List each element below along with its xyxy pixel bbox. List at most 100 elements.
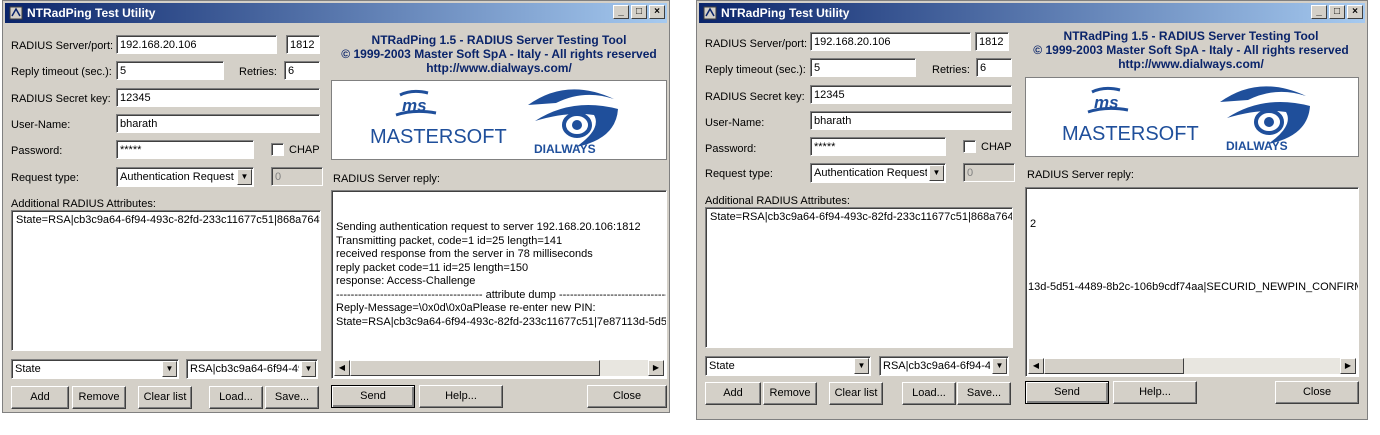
chevron-down-icon[interactable]: ▼ xyxy=(992,358,1007,374)
minimize-button[interactable]: _ xyxy=(1311,5,1327,19)
mastersoft-dialways-logo: ms MASTERSOFT DIALWAYS xyxy=(331,80,667,160)
attribute-value-value: RSA|cb3c9a64-6f94-49 xyxy=(190,363,299,375)
attribute-value-select[interactable]: RSA|cb3c9a64-6f94-49 ▼ xyxy=(879,356,1009,376)
remove-button[interactable]: Remove xyxy=(763,382,817,405)
server-input[interactable]: 192.168.20.106 xyxy=(116,35,277,54)
eye-icon xyxy=(1220,86,1310,144)
password-input[interactable]: ***** xyxy=(116,140,254,159)
scroll-left-icon[interactable]: ◀ xyxy=(1028,358,1044,374)
scroll-thumb[interactable] xyxy=(1044,358,1184,374)
chevron-down-icon[interactable]: ▼ xyxy=(301,361,316,377)
password-label: Password: xyxy=(11,145,63,157)
port-input[interactable]: 1812 xyxy=(975,32,1009,51)
mastersoft-text: MASTERSOFT xyxy=(370,126,507,148)
reply-line: 13d-5d51-4489-8b2c-106b9cdf74aa|SECURID_… xyxy=(1028,281,1359,293)
add-button[interactable]: Add xyxy=(705,382,761,405)
retries-input[interactable]: 6 xyxy=(976,58,1012,77)
server-port-label: RADIUS Server/port: xyxy=(11,40,114,52)
attribute-name-value: State xyxy=(15,363,41,375)
logo-graphic: ms MASTERSOFT DIALWAYS xyxy=(1062,86,1310,153)
reply-label: RADIUS Server reply: xyxy=(1027,169,1134,181)
reply-scrollbar[interactable]: ◀ ▶ xyxy=(1028,358,1356,374)
chevron-down-icon[interactable]: ▼ xyxy=(854,358,869,374)
scroll-right-icon[interactable]: ▶ xyxy=(1340,358,1356,374)
request-number-input: 0 xyxy=(963,163,1015,182)
load-button[interactable]: Load... xyxy=(902,382,956,405)
send-button[interactable]: Send xyxy=(331,385,415,408)
help-button[interactable]: Help... xyxy=(419,385,503,408)
header-url[interactable]: http://www.dialways.com/ xyxy=(329,61,669,75)
ntradping-window-right: NTRadPing Test Utility _ □ × RADIUS Serv… xyxy=(696,0,1368,420)
password-input[interactable]: ***** xyxy=(810,137,946,156)
maximize-button[interactable]: □ xyxy=(631,5,647,19)
timeout-input[interactable]: 5 xyxy=(116,61,224,80)
ntradping-window-left: NTRadPing Test Utility _ □ × RADIUS Serv… xyxy=(2,0,670,413)
send-button[interactable]: Send xyxy=(1025,381,1109,404)
chevron-down-icon[interactable]: ▼ xyxy=(929,165,944,181)
remove-button[interactable]: Remove xyxy=(72,386,126,409)
scroll-left-icon[interactable]: ◀ xyxy=(334,360,350,376)
attributes-list[interactable]: State=RSA|cb3c9a64-6f94-493c-82fd-233c11… xyxy=(11,210,321,351)
retries-label: Retries: xyxy=(932,64,970,76)
chevron-down-icon[interactable]: ▼ xyxy=(237,169,252,185)
attribute-name-select[interactable]: State ▼ xyxy=(705,356,871,376)
chevron-down-icon[interactable]: ▼ xyxy=(162,361,177,377)
header-url[interactable]: http://www.dialways.com/ xyxy=(1019,57,1363,71)
app-icon xyxy=(703,6,717,20)
password-label: Password: xyxy=(705,143,757,155)
title-bar[interactable]: NTRadPing Test Utility _ □ × xyxy=(5,3,667,23)
ms-text: ms xyxy=(402,96,427,115)
reply-textarea[interactable]: Sending authentication request to server… xyxy=(331,190,667,379)
close-window-button[interactable]: × xyxy=(1347,5,1363,19)
attribute-name-select[interactable]: State ▼ xyxy=(11,359,179,379)
server-port-label: RADIUS Server/port: xyxy=(705,38,808,50)
port-input[interactable]: 1812 xyxy=(286,35,320,54)
timeout-label: Reply timeout (sec.): xyxy=(11,66,112,78)
eye-icon xyxy=(528,89,618,147)
add-button[interactable]: Add xyxy=(11,386,69,409)
help-button[interactable]: Help... xyxy=(1113,381,1197,404)
close-window-button[interactable]: × xyxy=(649,5,665,19)
attribute-value-select[interactable]: RSA|cb3c9a64-6f94-49 ▼ xyxy=(186,359,318,379)
save-button[interactable]: Save... xyxy=(957,382,1011,405)
username-input[interactable]: bharath xyxy=(810,111,1012,130)
retries-input[interactable]: 6 xyxy=(284,61,320,80)
attributes-list[interactable]: State=RSA|cb3c9a64-6f94-493c-82fd-233c11… xyxy=(705,207,1013,348)
chap-checkbox[interactable] xyxy=(963,140,976,153)
save-button[interactable]: Save... xyxy=(265,386,319,409)
request-type-label: Request type: xyxy=(705,168,773,180)
timeout-input[interactable]: 5 xyxy=(810,58,916,77)
minimize-button[interactable]: _ xyxy=(613,5,629,19)
chap-checkbox[interactable] xyxy=(271,143,284,156)
timeout-label: Reply timeout (sec.): xyxy=(705,64,806,76)
clear-list-button[interactable]: Clear list xyxy=(829,382,883,405)
header-title: NTRadPing 1.5 - RADIUS Server Testing To… xyxy=(1063,29,1319,43)
clear-list-button[interactable]: Clear list xyxy=(138,386,192,409)
secret-input[interactable]: 12345 xyxy=(116,88,320,107)
close-button[interactable]: Close xyxy=(587,385,667,408)
close-button[interactable]: Close xyxy=(1275,381,1359,404)
reply-line: 2 xyxy=(1030,218,1037,230)
load-button[interactable]: Load... xyxy=(209,386,263,409)
request-type-select[interactable]: Authentication Request ▼ xyxy=(116,167,254,187)
server-input[interactable]: 192.168.20.106 xyxy=(810,32,971,51)
secret-label: RADIUS Secret key: xyxy=(11,93,111,105)
reply-scrollbar[interactable]: ◀ ▶ xyxy=(334,360,664,376)
scroll-thumb[interactable] xyxy=(350,360,600,376)
additional-attributes-label: Additional RADIUS Attributes: xyxy=(11,198,156,210)
secret-input[interactable]: 12345 xyxy=(810,85,1012,104)
window-title: NTRadPing Test Utility xyxy=(27,6,156,20)
request-type-select[interactable]: Authentication Request ▼ xyxy=(810,163,946,183)
username-input[interactable]: bharath xyxy=(116,114,320,133)
maximize-button[interactable]: □ xyxy=(1329,5,1345,19)
scroll-right-icon[interactable]: ▶ xyxy=(648,360,664,376)
ms-text: ms xyxy=(1094,93,1119,112)
request-number-input: 0 xyxy=(271,167,323,186)
logo-graphic: ms MASTERSOFT DIALWAYS xyxy=(370,89,618,156)
reply-text: Sending authentication request to server… xyxy=(336,221,667,328)
header-title: NTRadPing 1.5 - RADIUS Server Testing To… xyxy=(371,33,627,47)
reply-textarea[interactable]: 2 13d-5d51-4489-8b2c-106b9cdf74aa|SECURI… xyxy=(1025,187,1359,377)
additional-attributes-label: Additional RADIUS Attributes: xyxy=(705,195,850,207)
mastersoft-text: MASTERSOFT xyxy=(1062,123,1199,145)
title-bar[interactable]: NTRadPing Test Utility _ □ × xyxy=(699,3,1365,23)
